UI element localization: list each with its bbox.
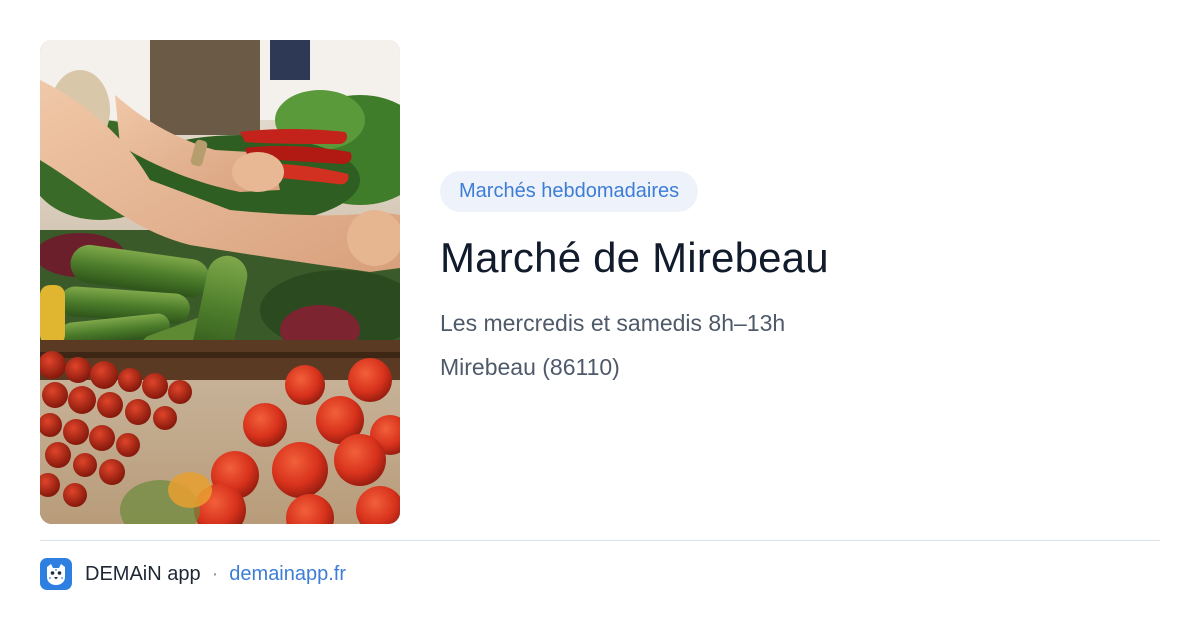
market-produce-image [40, 40, 400, 524]
app-name: DEMAiN app [85, 562, 201, 585]
demain-leopard-icon [40, 558, 72, 590]
footer-divider [40, 540, 1160, 541]
market-schedule: Les mercredis et samedis 8h–13h [440, 310, 786, 336]
footer: DEMAiN app · demainapp.fr [40, 558, 346, 590]
market-title: Marché de Mirebeau [440, 234, 829, 281]
market-location: Mirebeau (86110) [440, 354, 620, 380]
market-photo [40, 40, 400, 524]
footer-separator: · [211, 562, 219, 585]
market-info: Marchés hebdomadaires Marché de Mirebeau… [440, 171, 1160, 382]
category-badge[interactable]: Marchés hebdomadaires [440, 171, 699, 212]
app-website-link[interactable]: demainapp.fr [229, 563, 346, 586]
